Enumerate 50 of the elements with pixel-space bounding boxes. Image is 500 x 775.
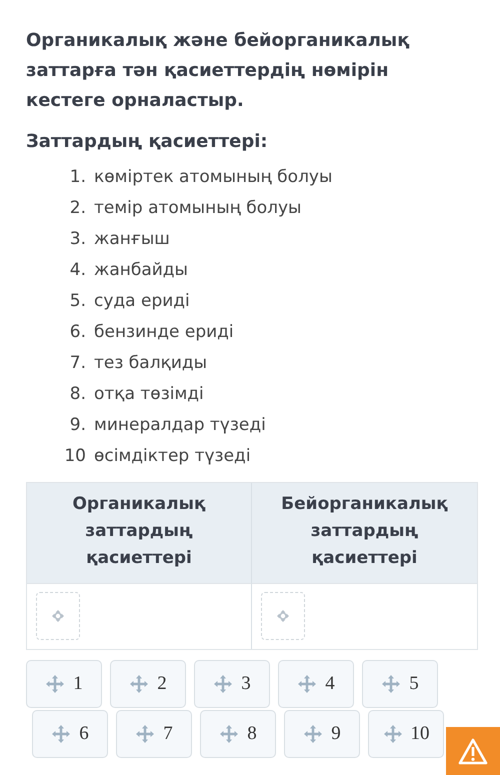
- property-text: минералдар түзеді: [94, 414, 266, 437]
- move-icon: [129, 674, 150, 694]
- move-icon: [382, 724, 402, 744]
- property-text: отқа төзімді: [94, 383, 204, 406]
- move-icon: [303, 724, 324, 744]
- instruction-text: Органикалық және бейорганикалық заттарға тән қасиеттердің нөмірін кестеге орналастыр.: [26, 29, 410, 113]
- property-text: жанғыш: [94, 228, 170, 251]
- drag-tile[interactable]: 1: [26, 660, 102, 708]
- property-text: жанбайды: [94, 259, 188, 282]
- property-text: тез балқиды: [94, 352, 208, 375]
- property-text: темір атомының болуы: [94, 197, 302, 220]
- drag-tile[interactable]: 4: [278, 660, 354, 708]
- drag-tile[interactable]: 9: [284, 710, 360, 758]
- warning-icon: [458, 737, 488, 765]
- warning-button[interactable]: [446, 727, 500, 775]
- list-number: 9.: [68, 414, 86, 437]
- move-icon: [297, 674, 318, 694]
- drag-tile[interactable]: 7: [116, 710, 192, 758]
- list-number: 2.: [68, 197, 86, 220]
- move-icon: [213, 674, 234, 694]
- move-icon: [381, 674, 402, 694]
- list-number: 3.: [68, 228, 86, 251]
- list-number: 6.: [68, 321, 86, 344]
- move-icon: [135, 724, 156, 744]
- drag-tile[interactable]: 6: [32, 710, 108, 758]
- column-header: Бейорганикалық заттардың қасиеттері: [252, 483, 477, 583]
- list-number: 7.: [68, 352, 86, 375]
- drag-tile[interactable]: 3: [194, 660, 270, 708]
- drop-zone[interactable]: [261, 592, 305, 640]
- property-text: өсімдіктер түзеді: [94, 445, 251, 468]
- drag-tile[interactable]: 2: [110, 660, 186, 708]
- list-title: Заттардың қасиеттері:: [26, 130, 269, 154]
- column-header: Органикалық заттардың қасиеттері: [27, 483, 252, 583]
- drop-zone[interactable]: [36, 592, 80, 640]
- target-icon: [51, 609, 65, 623]
- target-icon: [276, 609, 290, 623]
- list-number: 10: [63, 445, 86, 468]
- move-icon: [45, 674, 66, 694]
- drag-tile[interactable]: 8: [200, 710, 276, 758]
- drag-tile[interactable]: 10: [368, 710, 444, 758]
- property-text: суда ериді: [94, 290, 190, 313]
- property-text: бензинде ериді: [94, 321, 234, 344]
- drag-tile[interactable]: 5: [362, 660, 438, 708]
- list-number: 4.: [68, 259, 86, 282]
- move-icon: [219, 724, 240, 744]
- move-icon: [51, 724, 72, 744]
- list-number: 8.: [68, 383, 86, 406]
- property-text: көміртек атомының болуы: [94, 166, 332, 189]
- list-number: 5.: [68, 290, 86, 313]
- list-number: 1.: [68, 166, 86, 189]
